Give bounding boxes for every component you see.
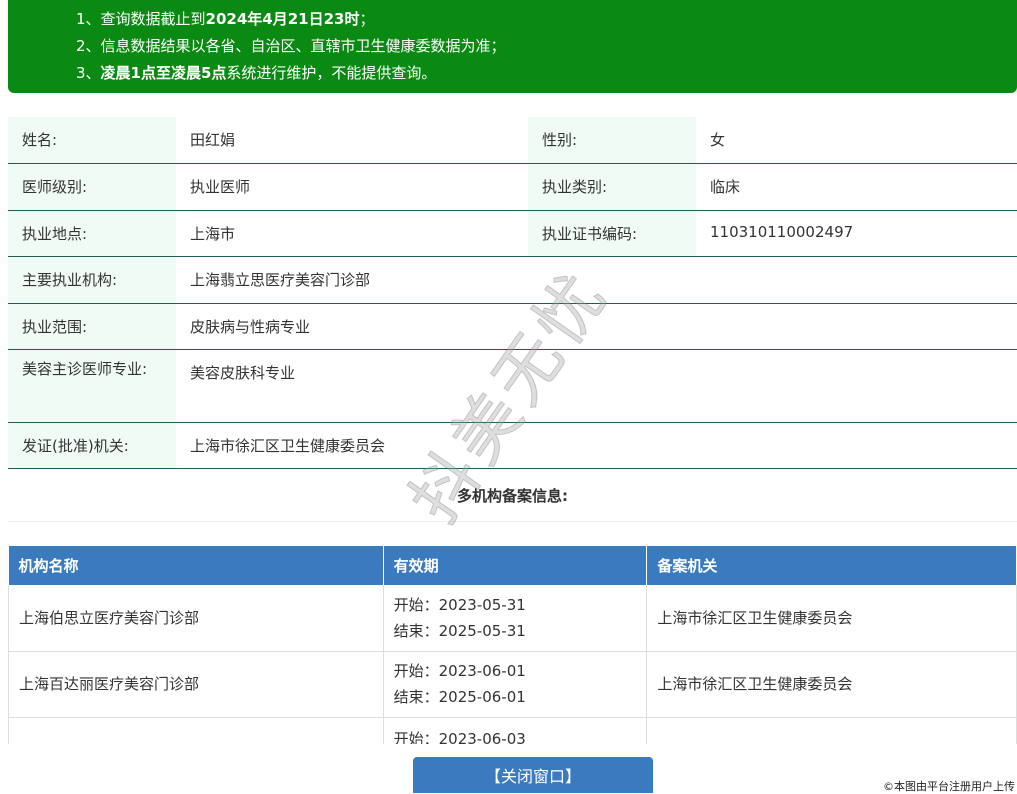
notice-line-1: 1、查询数据截止到2024年4月21日23时； bbox=[76, 10, 375, 28]
category-label: 执业类别: bbox=[528, 163, 696, 211]
record-institution bbox=[8, 717, 384, 744]
name-label: 姓名: bbox=[8, 117, 176, 164]
gender-value: 女 bbox=[696, 117, 1017, 164]
gender-label: 性别: bbox=[528, 117, 696, 164]
record-institution: 上海伯思立医疗美容门诊部 bbox=[8, 585, 384, 652]
record-end: 结束：2025-06-01 bbox=[393, 688, 526, 706]
table-row: 开始：2023-06-03 bbox=[8, 717, 1017, 745]
name-value: 田红娟 bbox=[176, 117, 528, 164]
scope-value: 皮肤病与性病专业 bbox=[176, 303, 1017, 350]
record-validity: 开始：2023-06-03 bbox=[383, 717, 648, 745]
record-authority: 上海市徐汇区卫生健康委员会 bbox=[646, 651, 1017, 718]
table-row: 上海伯思立医疗美容门诊部 开始：2023-05-31 结束：2025-05-31 … bbox=[8, 585, 1017, 652]
doctor-info-table: 姓名: 田红娟 性别: 女 医师级别: 执业医师 执业类别: 临床 执业地点: … bbox=[8, 117, 1017, 469]
cert-value: 110310110002497 bbox=[696, 210, 1017, 257]
column-header-institution: 机构名称 bbox=[8, 546, 384, 585]
level-label: 医师级别: bbox=[8, 163, 176, 211]
record-validity: 开始：2023-05-31 结束：2025-05-31 bbox=[383, 585, 648, 652]
table-row: 上海百达丽医疗美容门诊部 开始：2023-06-01 结束：2025-06-01 … bbox=[8, 651, 1017, 718]
record-start: 开始：2023-06-03 bbox=[393, 729, 526, 745]
record-start: 开始：2023-06-01 bbox=[393, 662, 526, 680]
cosmetic-value: 美容皮肤科专业 bbox=[176, 349, 1017, 423]
issuer-value: 上海市徐汇区卫生健康委员会 bbox=[176, 422, 1017, 469]
record-authority: 上海市徐汇区卫生健康委员会 bbox=[646, 585, 1017, 652]
notice-banner: 1、查询数据截止到2024年4月21日23时； 2、信息数据结果以各省、自治区、… bbox=[8, 0, 1017, 93]
close-window-button[interactable]: 【关闭窗口】 bbox=[413, 757, 653, 793]
institution-label: 主要执业机构: bbox=[8, 256, 176, 304]
record-start: 开始：2023-05-31 bbox=[393, 595, 526, 614]
record-validity: 开始：2023-06-01 结束：2025-06-01 bbox=[383, 651, 648, 718]
location-label: 执业地点: bbox=[8, 210, 176, 257]
record-end: 结束：2025-05-31 bbox=[393, 621, 526, 640]
category-value: 临床 bbox=[696, 163, 1017, 211]
record-institution: 上海百达丽医疗美容门诊部 bbox=[8, 651, 384, 718]
notice-line-3: 3、凌晨1点至凌晨5点系统进行维护，不能提供查询。 bbox=[76, 64, 437, 82]
cosmetic-label: 美容主诊医师专业: bbox=[8, 349, 176, 423]
column-header-authority: 备案机关 bbox=[646, 546, 1017, 585]
notice-line-2: 2、信息数据结果以各省、自治区、直辖市卫生健康委数据为准； bbox=[76, 37, 506, 55]
multi-institution-title: 多机构备案信息: bbox=[8, 478, 1017, 522]
issuer-label: 发证(批准)机关: bbox=[8, 422, 176, 469]
records-scroll-area[interactable]: 机构名称 有效期 备案机关 上海伯思立医疗美容门诊部 开始：2023-05-31… bbox=[8, 546, 1017, 744]
institution-value: 上海翡立思医疗美容门诊部 bbox=[176, 256, 1017, 304]
location-value: 上海市 bbox=[176, 210, 528, 257]
record-authority bbox=[646, 717, 1017, 744]
cert-label: 执业证书编码: bbox=[528, 210, 696, 257]
records-table: 机构名称 有效期 备案机关 上海伯思立医疗美容门诊部 开始：2023-05-31… bbox=[8, 546, 1017, 744]
level-value: 执业医师 bbox=[176, 163, 528, 211]
column-header-validity: 有效期 bbox=[383, 546, 648, 585]
copyright-notice: ©本图由平台注册用户上传 bbox=[883, 780, 1015, 793]
scope-label: 执业范围: bbox=[8, 303, 176, 350]
